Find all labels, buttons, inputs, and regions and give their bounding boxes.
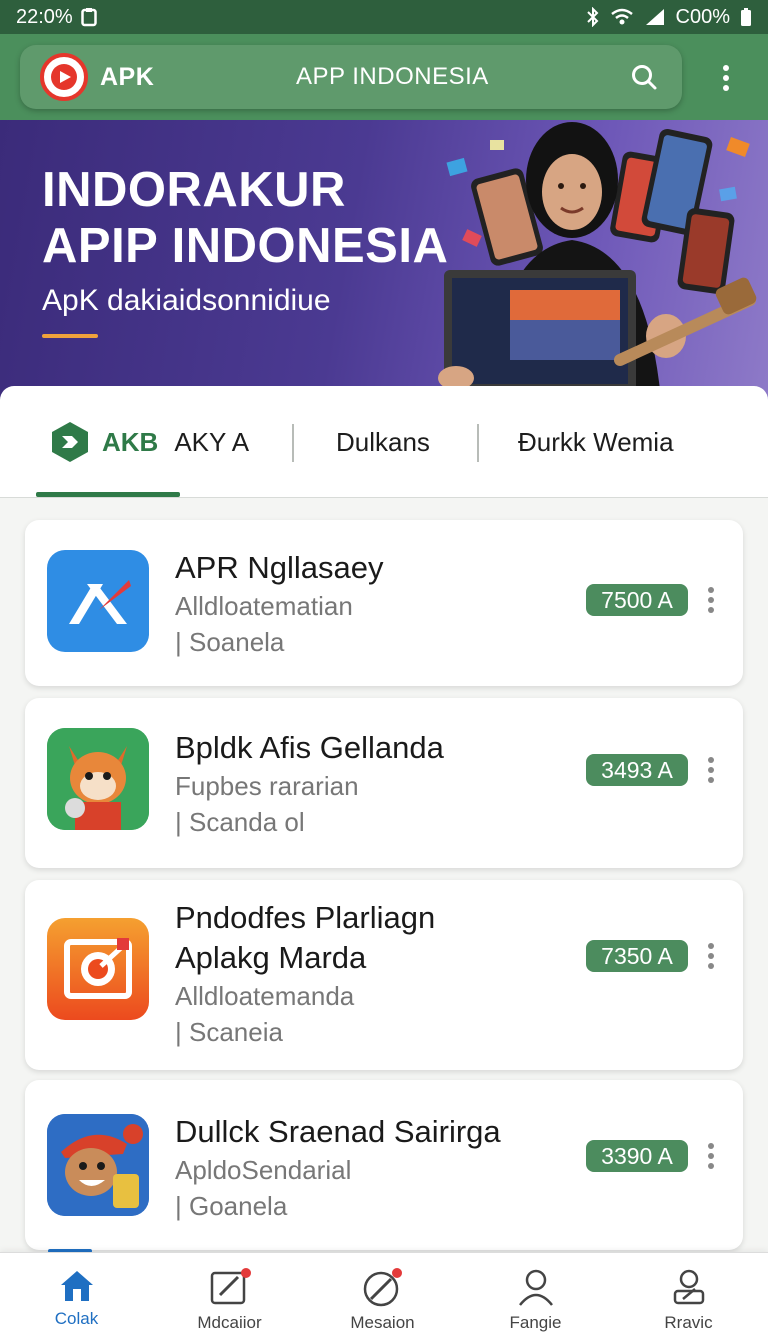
app-name: APR Ngllasaey [175, 550, 384, 585]
notification-icon [80, 7, 97, 27]
apk-logo-icon [40, 53, 88, 101]
nav-label: Mdcaiior [197, 1313, 262, 1332]
status-bar: 22:0% C00% [0, 0, 768, 34]
hero-banner[interactable]: INDORAKUR APIP INDONESIA ApK dakiaidsonn… [0, 120, 768, 410]
tab-durkk-wemia[interactable]: Ðurkk Wemia [518, 386, 674, 498]
tab-label: AKY A [174, 426, 250, 457]
app-more-button[interactable] [701, 584, 721, 616]
download-count-badge: 7500 A [586, 584, 688, 616]
wifi-icon [610, 8, 634, 26]
download-count-badge: 3493 A [586, 754, 688, 786]
akb-hex-icon [52, 422, 88, 462]
nav-item-mesaion[interactable]: Mesaion [306, 1253, 459, 1344]
app-title: APP INDONESIA [296, 63, 489, 90]
orange-target-icon [47, 918, 149, 1020]
app-name-line2: Aplakg Marda [175, 940, 367, 975]
app-info: Dullck Sraenad Sairirga ApldoSendarial |… [175, 1112, 501, 1224]
app-card[interactable]: Pndodfes Plarliagn Aplakg Marda Alldloat… [25, 880, 743, 1070]
tab-label: Ðurkk Wemia [518, 426, 674, 457]
nav-item-colak[interactable]: Colak [0, 1253, 153, 1344]
app-bar: APK APP INDONESIA [20, 45, 682, 109]
hero-title: INDORAKUR APIP INDONESIA [42, 162, 448, 274]
app-developer: | Scaneia [175, 1017, 283, 1047]
blue-x-icon [47, 550, 149, 652]
app-card[interactable]: APR Ngllasaey Alldloatematian | Soanela … [25, 520, 743, 686]
status-time: 22:0% [16, 5, 73, 28]
nav-item-mdcaiior[interactable]: Mdcaiior [153, 1253, 306, 1344]
tab-label: Dulkans [336, 426, 430, 457]
app-category: ApldoSendarial [175, 1155, 352, 1185]
download-count-badge: 3390 A [586, 1140, 688, 1172]
active-tab-indicator [36, 492, 180, 497]
profile-edit-icon [673, 1269, 704, 1305]
person-icon [518, 1269, 553, 1306]
app-name: Dullck Sraenad Sairirga [175, 1114, 501, 1149]
brand-label: APK [100, 62, 155, 91]
app-name-line1: Pndodfes Plarliagn [175, 900, 436, 935]
tab-divider [292, 424, 294, 462]
bottom-navigation: Colak Mdcaiior Mesaion Fangie Rravic [0, 1252, 768, 1344]
signal-icon [644, 8, 666, 26]
app-info: Bpldk Afis Gellanda Fupbes rararian | Sc… [175, 728, 444, 840]
app-name: Bpldk Afis Gellanda [175, 730, 444, 765]
bluetooth-icon [586, 7, 600, 27]
hero-title-line2: APIP INDONESIA [42, 219, 449, 273]
home-icon [60, 1271, 93, 1301]
tab-dulkans[interactable]: Dulkans [336, 386, 430, 498]
tab-divider [477, 424, 479, 462]
pen-circle-icon [363, 1268, 402, 1307]
app-developer: | Goanela [175, 1191, 288, 1221]
app-info: Pndodfes Plarliagn Aplakg Marda Alldloat… [175, 898, 435, 1050]
nav-item-fangie[interactable]: Fangie [459, 1253, 612, 1344]
battery-level: C00% [675, 5, 730, 28]
app-card[interactable]: Dullck Sraenad Sairirga ApldoSendarial |… [25, 1080, 743, 1250]
edit-doc-icon [210, 1268, 251, 1305]
tab-aky-a[interactable]: AKB AKY A [48, 386, 249, 498]
search-button[interactable] [624, 57, 664, 97]
hero-subtitle: ApK dakiaidsonnidiue [42, 284, 331, 317]
hero-illustration [430, 122, 757, 402]
tab-prefix: AKB [102, 426, 159, 457]
nav-label: Rravic [664, 1313, 713, 1332]
app-more-button[interactable] [701, 754, 721, 786]
app-card[interactable]: Bpldk Afis Gellanda Fupbes rararian | Sc… [25, 698, 743, 868]
app-more-button[interactable] [701, 940, 721, 972]
category-tabs: AKB AKY A Dulkans Ðurkk Wemia [0, 386, 768, 498]
search-icon [632, 65, 657, 90]
app-more-button[interactable] [701, 1140, 721, 1172]
download-count-badge: 7350 A [586, 940, 688, 972]
nav-label: Fangie [509, 1313, 562, 1332]
fox-character-icon [47, 728, 149, 830]
app-developer: | Scanda ol [175, 807, 305, 837]
nav-label: Mesaion [350, 1313, 415, 1332]
overflow-menu-button[interactable] [708, 60, 744, 96]
cartoon-boy-icon [47, 1114, 149, 1216]
app-info: APR Ngllasaey Alldloatematian | Soanela [175, 548, 383, 660]
hero-title-line1: INDORAKUR [42, 163, 346, 217]
more-vertical-icon [723, 65, 729, 91]
app-category: Alldloatemanda [175, 981, 355, 1011]
app-category: Alldloatematian [175, 591, 353, 621]
nav-item-rravic[interactable]: Rravic [612, 1253, 765, 1344]
app-category: Fupbes rararian [175, 771, 359, 801]
nav-label: Colak [54, 1309, 99, 1328]
battery-icon [740, 7, 752, 27]
app-developer: | Soanela [175, 627, 285, 657]
hero-underline [42, 334, 98, 338]
